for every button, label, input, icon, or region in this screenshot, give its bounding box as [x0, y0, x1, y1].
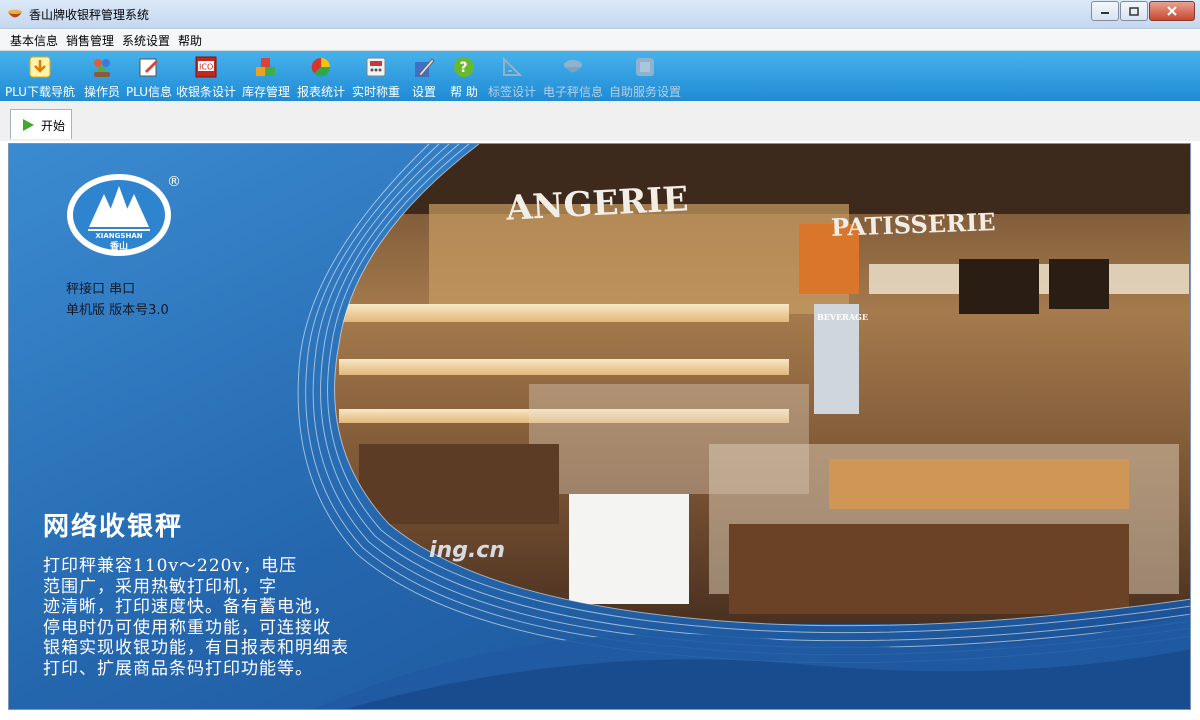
- toolbar-settings-button[interactable]: 设置: [404, 51, 444, 101]
- download-arrow-icon: [29, 56, 51, 78]
- toolbar-label: 帮 助: [450, 85, 478, 99]
- registered-mark: ®: [167, 174, 181, 190]
- window-title: 香山牌收银秤管理系统: [29, 8, 150, 22]
- scale-icon: [365, 56, 387, 78]
- description-line: 打印秤兼容110v～220v，电压: [43, 556, 298, 576]
- tab-strip: 开始: [0, 101, 1200, 141]
- play-icon: [23, 119, 34, 131]
- toolbar-inventory-button[interactable]: 库存管理: [238, 51, 294, 101]
- help-icon: ?: [453, 56, 475, 78]
- splash-description: 打印秤兼容110v～220v，电压 范围广，采用热敏打印机，字 迹清晰，打印速度…: [43, 556, 473, 679]
- tab-start-label: 开始: [41, 119, 66, 133]
- toolbar-label-design-button[interactable]: 标签设计: [484, 51, 540, 101]
- inventory-boxes-icon: [255, 56, 277, 78]
- pie-chart-icon: [310, 56, 332, 78]
- toolbar-label: 报表统计: [296, 85, 345, 99]
- minimize-button[interactable]: [1091, 1, 1119, 21]
- menu-basic-info[interactable]: 基本信息: [10, 32, 58, 49]
- toolbar-label: 标签设计: [487, 85, 536, 99]
- maximize-button[interactable]: [1120, 1, 1148, 21]
- toolbar-label: 收银条设计: [175, 85, 236, 99]
- toolbar-label: 设置: [411, 85, 436, 99]
- toolbar: PLU下载导航 操作员 PLU信息 ICO 收银条设计 库存管理 报表统计 实时…: [0, 51, 1200, 101]
- logo-latin-text: XIANGSHAN: [95, 232, 142, 240]
- photo-sign-text: BEVERAGE: [817, 312, 868, 322]
- description-line: 打印、扩展商品条码打印功能等。: [43, 658, 313, 679]
- toolbar-realtime-weigh-button[interactable]: 实时称重: [348, 51, 404, 101]
- label-design-icon: [501, 56, 523, 78]
- splash-panel: ANGERIE PATISSERIE BEVERAGE ing.cn XIANG…: [8, 143, 1191, 710]
- toolbar-label: 操作员: [83, 85, 120, 99]
- toolbar-plu-download-button[interactable]: PLU下载导航: [0, 51, 80, 101]
- svg-text:ICO: ICO: [199, 63, 213, 72]
- tab-start[interactable]: 开始: [10, 109, 72, 139]
- toolbar-scale-info-button[interactable]: 电子秤信息: [540, 51, 606, 101]
- toolbar-label: 电子秤信息: [542, 85, 603, 99]
- users-icon: [91, 56, 113, 78]
- toolbar-report-stats-button[interactable]: 报表统计: [294, 51, 348, 101]
- maximize-icon: [1129, 6, 1139, 16]
- close-icon: [1167, 6, 1177, 16]
- svg-text:?: ?: [460, 60, 468, 76]
- app-bowl-icon: [8, 9, 22, 18]
- menu-help[interactable]: 帮助: [178, 32, 202, 49]
- toolbar-label: 实时称重: [351, 85, 400, 99]
- close-button[interactable]: [1149, 1, 1195, 21]
- version-info: 单机版 版本号3.0: [66, 303, 169, 318]
- photo-sign-text: PATISSERIE: [830, 207, 997, 242]
- toolbar-label: 自助服务设置: [608, 85, 681, 99]
- toolbar-label: PLU下载导航: [4, 85, 76, 99]
- toolbar-operator-button[interactable]: 操作员: [80, 51, 124, 101]
- toolbar-help-button[interactable]: ? 帮 助: [444, 51, 484, 101]
- toolbar-plu-info-button[interactable]: PLU信息: [124, 51, 174, 101]
- receipt-design-icon: ICO: [195, 56, 217, 78]
- menu-system-settings[interactable]: 系统设置: [122, 32, 170, 49]
- xiangshan-logo: XIANGSHAN 香山: [67, 174, 171, 256]
- settings-tools-icon: [413, 56, 435, 78]
- title-bar: 香山牌收银秤管理系统: [0, 0, 1200, 29]
- description-line: 迹清晰，打印速度快。备有蓄电池，: [43, 597, 331, 617]
- edit-note-icon: [138, 56, 160, 78]
- description-line: 范围广，采用热敏打印机，字: [43, 576, 277, 597]
- toolbar-label: 库存管理: [241, 85, 290, 99]
- self-service-icon: [634, 56, 656, 78]
- interface-info: 秤接口 串口: [66, 282, 136, 297]
- toolbar-receipt-design-button[interactable]: ICO 收银条设计: [174, 51, 238, 101]
- toolbar-label: PLU信息: [125, 85, 173, 99]
- toolbar-self-service-button[interactable]: 自助服务设置: [606, 51, 684, 101]
- scale-info-icon: [562, 56, 584, 78]
- description-line: 银箱实现收银功能，有日报表和明细表: [43, 638, 349, 658]
- splash-headline: 网络收银秤: [43, 512, 184, 542]
- description-line: 停电时仍可使用称重功能，可连接收: [43, 617, 331, 638]
- logo-cn-text: 香山: [109, 240, 128, 252]
- menu-sales[interactable]: 销售管理: [66, 32, 114, 49]
- minimize-icon: [1101, 12, 1109, 14]
- menu-bar: 基本信息 销售管理 系统设置 帮助: [0, 30, 1200, 51]
